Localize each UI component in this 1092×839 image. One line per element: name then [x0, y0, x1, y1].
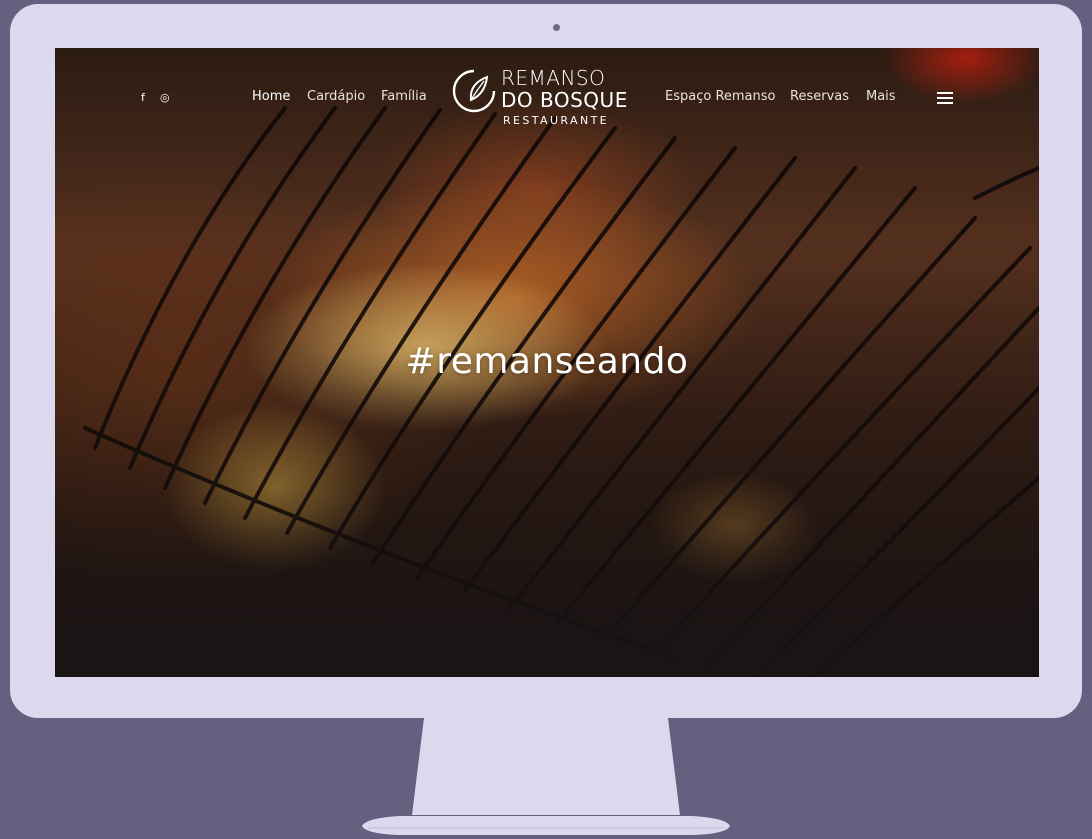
facebook-icon[interactable]: f: [141, 92, 145, 104]
site-header: f ◎ Home Cardápio Família REMANSO DO BOS…: [55, 48, 1039, 158]
nav-item-familia[interactable]: Família: [381, 89, 427, 105]
camera-dot: [553, 24, 560, 31]
logo-text-do-bosque: DO BOSQUE: [501, 88, 628, 112]
nav-item-reservas[interactable]: Reservas: [790, 89, 849, 105]
hamburger-icon[interactable]: [937, 92, 953, 104]
logo-text-remanso: REMANSO: [501, 66, 606, 90]
nav-item-cardapio[interactable]: Cardápio: [307, 89, 365, 105]
logo-text-restaurante: RESTAURANTE: [503, 114, 610, 127]
website-screen: f ◎ Home Cardápio Família REMANSO DO BOS…: [55, 48, 1039, 677]
leaf-logo-icon: [452, 69, 496, 113]
hero-title: #remanseando: [405, 341, 689, 382]
nav-item-home[interactable]: Home: [252, 89, 290, 105]
nav-item-espaco-remanso[interactable]: Espaço Remanso: [665, 89, 775, 105]
instagram-icon[interactable]: ◎: [160, 92, 170, 104]
site-logo[interactable]: REMANSO DO BOSQUE RESTAURANTE: [451, 66, 641, 132]
nav-item-mais[interactable]: Mais: [866, 89, 896, 105]
